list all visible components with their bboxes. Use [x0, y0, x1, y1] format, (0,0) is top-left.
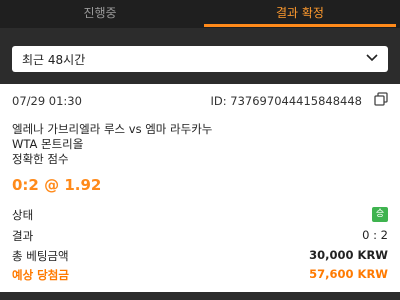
- stake-row: 총 베팅금액 30,000 KRW: [12, 248, 388, 264]
- time-range-select[interactable]: 최근 48시간: [12, 46, 388, 72]
- league-name: WTA 몬트리올: [12, 137, 84, 151]
- payout-value: 57,600 KRW: [309, 267, 388, 281]
- stake-value: 30,000 KRW: [309, 248, 388, 262]
- payout-label: 예상 당첨금: [12, 268, 69, 282]
- status-row: 상태 승: [12, 207, 388, 223]
- payout-row: 예상 당첨금 57,600 KRW: [12, 267, 388, 283]
- copy-icon[interactable]: [374, 92, 388, 106]
- tab-bar: 진행중 결과 확정: [0, 0, 400, 28]
- time-range-value: 최근 48시간: [22, 53, 86, 67]
- bet-card: 07/29 01:30 ID: 737697044415848448 엘레나 가…: [0, 84, 400, 292]
- match-name: 엘레나 가브리엘라 루스 vs 엠마 라두카누: [12, 122, 213, 136]
- status-label: 상태: [12, 208, 34, 222]
- tab-in-progress[interactable]: 진행중: [0, 0, 200, 28]
- ticket-id: ID: 737697044415848448: [210, 94, 362, 108]
- chevron-down-icon: [366, 54, 378, 62]
- status-badge: 승: [372, 207, 388, 222]
- result-value: 0 : 2: [362, 228, 388, 242]
- active-tab-indicator: [204, 24, 396, 27]
- bet-datetime: 07/29 01:30: [12, 94, 82, 108]
- market-name: 정확한 점수: [12, 152, 69, 166]
- stake-label: 총 베팅금액: [12, 249, 69, 263]
- selection-odds: 0:2 @ 1.92: [12, 176, 102, 194]
- result-row: 결과 0 : 2: [12, 228, 388, 244]
- result-label: 결과: [12, 229, 34, 243]
